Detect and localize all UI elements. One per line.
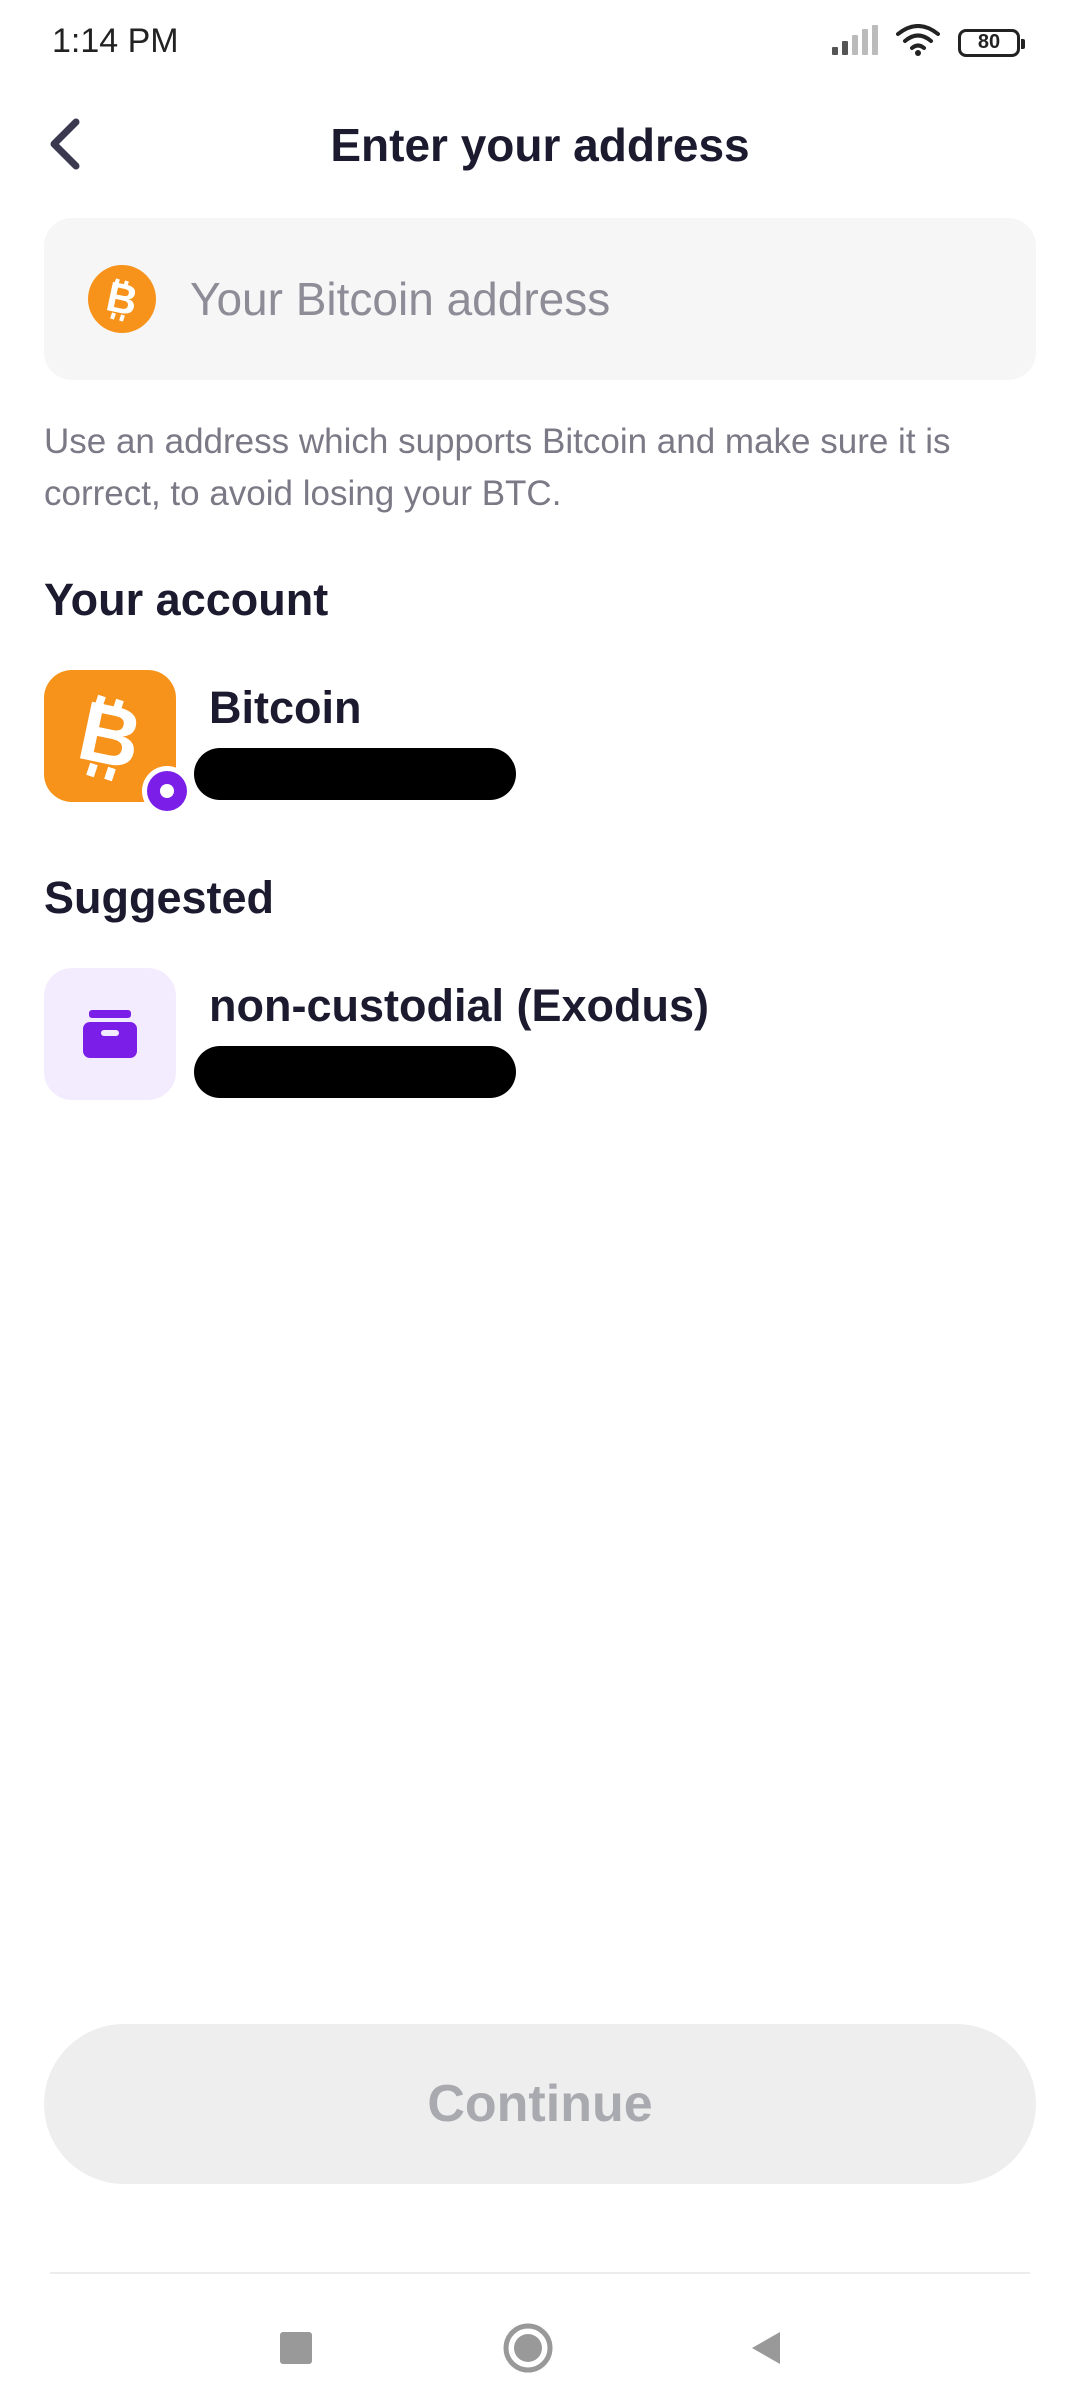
back-icon: [746, 2328, 786, 2373]
account-name: Bitcoin: [209, 682, 362, 733]
header: Enter your address: [0, 100, 1080, 192]
redacted-address: [194, 1046, 516, 1098]
bitcoin-icon: B: [88, 265, 156, 333]
redacted-address: [194, 748, 516, 800]
account-badge-icon: [142, 766, 192, 816]
signal-icon: [830, 25, 878, 60]
wifi-icon: [896, 24, 940, 61]
battery-icon: 80: [958, 28, 1025, 57]
recent-apps-button[interactable]: [264, 2318, 328, 2382]
nav-divider: [50, 2272, 1030, 2274]
bitcoin-address-input[interactable]: [188, 271, 972, 327]
home-button[interactable]: [496, 2318, 560, 2382]
page-title: Enter your address: [330, 119, 750, 171]
wallet-icon: [44, 968, 176, 1100]
helper-text: Use an address which supports Bitcoin an…: [44, 422, 951, 513]
account-row-bitcoin[interactable]: B Bitcoin: [44, 670, 1036, 816]
system-back-button[interactable]: [734, 2318, 798, 2382]
address-field[interactable]: B: [44, 218, 1036, 380]
system-nav-bar: [0, 2300, 1080, 2400]
continue-button[interactable]: Continue: [44, 2024, 1036, 2184]
recent-apps-icon: [278, 2330, 314, 2371]
status-time: 1:14 PM: [52, 22, 179, 60]
section-title-suggested: Suggested: [44, 872, 275, 923]
status-icons: 80: [830, 24, 1025, 61]
home-icon: [502, 2322, 554, 2379]
suggested-wallet-name: non-custodial (Exodus): [209, 980, 709, 1031]
section-title-your-account: Your account: [44, 574, 329, 625]
status-bar: 1:14 PM 80: [0, 0, 1080, 84]
suggested-row-exodus[interactable]: non-custodial (Exodus): [44, 968, 1036, 1108]
